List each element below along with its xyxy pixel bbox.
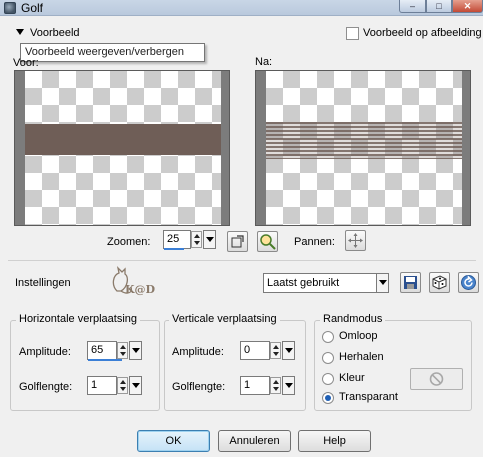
radio-repeat-label[interactable]: Herhalen xyxy=(339,351,384,363)
collapse-arrow-icon[interactable] xyxy=(16,29,24,35)
v-wavelength-input[interactable]: 1 xyxy=(240,376,270,395)
ok-button[interactable]: OK xyxy=(137,430,210,452)
zoom-dropdown[interactable] xyxy=(203,230,216,249)
maximize-button[interactable]: □ xyxy=(426,0,452,13)
h-amplitude-spinner[interactable] xyxy=(117,342,128,359)
preset-select[interactable]: Laatst gebruikt xyxy=(263,273,377,293)
preset-dropdown[interactable] xyxy=(376,273,389,293)
h-amplitude-dropdown[interactable] xyxy=(129,341,142,360)
move-icon xyxy=(348,233,363,248)
v-amplitude-spinner[interactable] xyxy=(270,342,281,359)
window-title: Golf xyxy=(21,1,44,15)
radio-color-label[interactable]: Kleur xyxy=(339,372,365,384)
before-band xyxy=(25,124,221,155)
zoom-actual-button[interactable] xyxy=(257,231,278,252)
vertical-group-title: Verticale verplaatsing xyxy=(169,313,280,325)
radio-transparent-label[interactable]: Transparant xyxy=(339,391,398,403)
title-bar: Golf – □ ✕ xyxy=(0,0,483,16)
v-amplitude-label: Amplitude: xyxy=(172,346,224,358)
radio-color[interactable] xyxy=(322,373,334,385)
h-amplitude-input[interactable]: 65 xyxy=(87,341,117,360)
settings-label: Instellingen xyxy=(15,277,71,289)
zoom-label: Zoomen: xyxy=(107,236,151,248)
after-label: Na: xyxy=(255,56,273,68)
app-icon xyxy=(4,2,16,14)
color-swatch-button[interactable] xyxy=(410,368,463,390)
v-wavelength-spinner[interactable] xyxy=(270,377,281,394)
vertical-group xyxy=(164,320,306,411)
h-amplitude-progress xyxy=(88,359,122,361)
zoom-progress xyxy=(164,248,184,250)
h-wavelength-spinner[interactable] xyxy=(117,377,128,394)
preview-on-image-label[interactable]: Voorbeeld op afbeelding xyxy=(363,27,482,39)
before-preview[interactable] xyxy=(14,70,230,226)
logo-text: K@D xyxy=(125,283,156,296)
radio-wrap-label[interactable]: Omloop xyxy=(339,330,378,342)
reset-button[interactable] xyxy=(458,272,479,293)
preview-on-image-checkbox[interactable] xyxy=(346,27,359,40)
preview-toggle[interactable]: Voorbeeld xyxy=(30,27,80,39)
radio-transparent[interactable] xyxy=(322,392,334,404)
horizontal-group-title: Horizontale verplaatsing xyxy=(16,313,141,325)
pan-button[interactable] xyxy=(345,230,366,251)
h-wavelength-label: Golflengte: xyxy=(19,381,73,393)
pan-label: Pannen: xyxy=(294,236,335,248)
horizontal-group xyxy=(10,320,160,411)
v-wavelength-label: Golflengte: xyxy=(172,381,226,393)
reset-arrow-icon xyxy=(461,275,476,290)
h-wavelength-input[interactable]: 1 xyxy=(87,376,117,395)
tooltip: Voorbeeld weergeven/verbergen xyxy=(20,43,205,62)
edge-mode-title: Randmodus xyxy=(320,313,386,325)
brand-logo: K@D xyxy=(103,263,159,299)
h-amplitude-label: Amplitude: xyxy=(19,346,71,358)
h-wavelength-dropdown[interactable] xyxy=(129,376,142,395)
divider xyxy=(8,260,476,261)
v-amplitude-input[interactable]: 0 xyxy=(240,341,270,360)
radio-repeat[interactable] xyxy=(322,352,334,364)
v-amplitude-dropdown[interactable] xyxy=(282,341,295,360)
before-label: Voor: xyxy=(13,57,39,69)
save-preset-button[interactable] xyxy=(400,272,421,293)
cancel-button[interactable]: Annuleren xyxy=(218,430,291,452)
help-button[interactable]: Help xyxy=(298,430,371,452)
magnifier-icon xyxy=(260,234,276,250)
fit-window-button[interactable] xyxy=(227,231,248,252)
minimize-button[interactable]: – xyxy=(399,0,426,13)
after-band xyxy=(266,122,462,159)
dice-icon xyxy=(432,275,447,290)
zoom-input[interactable]: 25 xyxy=(163,230,191,249)
disabled-icon xyxy=(429,372,444,386)
floppy-disk-icon xyxy=(404,276,417,289)
radio-wrap[interactable] xyxy=(322,331,334,343)
cat-logo-icon: K@D xyxy=(112,266,156,296)
close-button[interactable]: ✕ xyxy=(452,0,483,13)
v-wavelength-dropdown[interactable] xyxy=(282,376,295,395)
fit-window-icon xyxy=(231,235,244,248)
after-preview[interactable] xyxy=(255,70,471,226)
randomize-button[interactable] xyxy=(429,272,450,293)
zoom-spinner[interactable] xyxy=(191,231,202,248)
